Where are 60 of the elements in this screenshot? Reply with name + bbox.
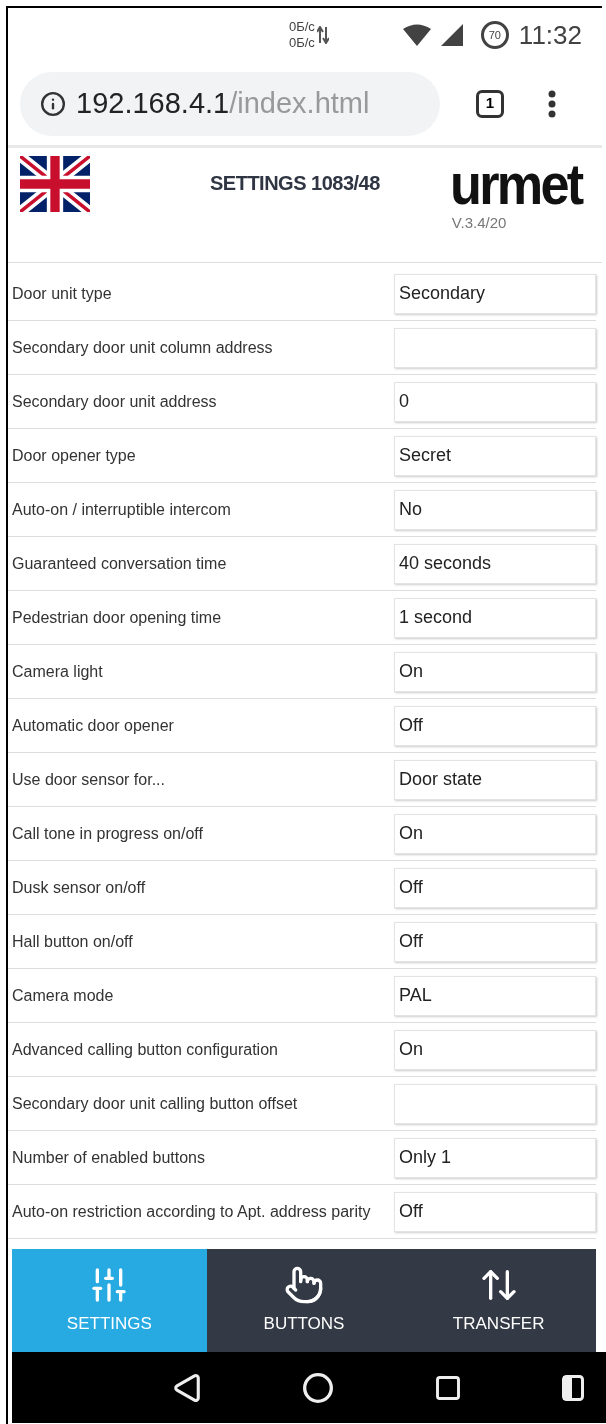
nav-tab[interactable]: BUTTONS [206, 1249, 402, 1352]
version: V.3.4/20 [451, 213, 507, 233]
setting-label: Auto-on restriction according to Apt. address parity [12, 1201, 371, 1222]
info-icon [40, 90, 66, 117]
data-saver-indicator: 70 [480, 21, 509, 49]
data-transfer-icon [316, 26, 329, 44]
setting-label: Secondary door unit calling button offset [12, 1093, 298, 1114]
setting-field[interactable]: Off [394, 705, 596, 746]
setting-field[interactable]: Only 1 [394, 1137, 596, 1178]
setting-field[interactable]: Off [394, 1191, 596, 1232]
setting-field[interactable]: Off [394, 921, 596, 962]
setting-field[interactable]: 0 [394, 381, 596, 422]
setting-label: Use door sensor for... [12, 769, 165, 790]
nav-tab[interactable]: TRANSFER [401, 1249, 596, 1352]
setting-field[interactable]: On [394, 1029, 596, 1070]
setting-label: Door unit type [12, 283, 112, 304]
setting-field[interactable] [394, 1083, 596, 1124]
setting-field[interactable]: PAL [394, 975, 596, 1016]
setting-field[interactable]: No [394, 489, 596, 530]
url-path: /index.html [229, 86, 370, 119]
page-title: SETTINGS 1083/48 [210, 171, 380, 196]
setting-field[interactable]: 1 second [394, 597, 596, 638]
setting-label: Hall button on/off [12, 931, 133, 952]
setting-label: Secondary door unit address [12, 391, 217, 412]
setting-field[interactable]: Secondary [394, 273, 596, 314]
setting-field[interactable]: Secret [394, 435, 596, 476]
menu-icon[interactable] [548, 89, 556, 118]
setting-label: Number of enabled buttons [12, 1147, 205, 1168]
url-host: 192.168.4.1 [76, 86, 230, 119]
setting-label: Guaranteed conversation time [12, 553, 227, 574]
clock: 11:32 [518, 18, 582, 52]
setting-label: Call tone in progress on/off [12, 823, 203, 844]
pointer-icon [284, 1264, 324, 1305]
setting-field[interactable]: 40 seconds [394, 543, 596, 584]
setting-label: Camera mode [12, 985, 114, 1006]
wifi-icon [402, 24, 431, 46]
setting-field[interactable]: Off [394, 867, 596, 908]
setting-field[interactable]: On [394, 651, 596, 692]
setting-label: Camera light [12, 661, 103, 682]
download-speed: 0Б/с [289, 35, 315, 51]
tab-count-button[interactable]: 1 [476, 89, 504, 118]
setting-label: Auto-on / interruptible intercom [12, 499, 231, 520]
signal-icon [440, 24, 463, 46]
setting-field[interactable]: On [394, 813, 596, 854]
upload-speed: 0Б/с [289, 19, 315, 35]
setting-label: Automatic door opener [12, 715, 174, 736]
setting-label: Door opener type [12, 445, 136, 466]
uk-flag-icon [20, 156, 90, 212]
address-bar[interactable]: 192.168.4.1/index.html [20, 71, 440, 136]
back-icon[interactable] [172, 1372, 202, 1403]
logo: urmet [449, 156, 582, 212]
setting-field[interactable]: Door state [394, 759, 596, 800]
setting-label: Advanced calling button configuration [12, 1039, 278, 1060]
setting-field[interactable] [394, 327, 596, 368]
setting-label: Pedestrian door opening time [12, 607, 222, 628]
home-icon[interactable] [302, 1371, 334, 1404]
setting-label: Secondary door unit column address [12, 337, 273, 358]
split-screen-icon[interactable] [562, 1374, 584, 1401]
setting-label: Dusk sensor on/off [12, 877, 146, 898]
recents-icon[interactable] [434, 1373, 462, 1402]
